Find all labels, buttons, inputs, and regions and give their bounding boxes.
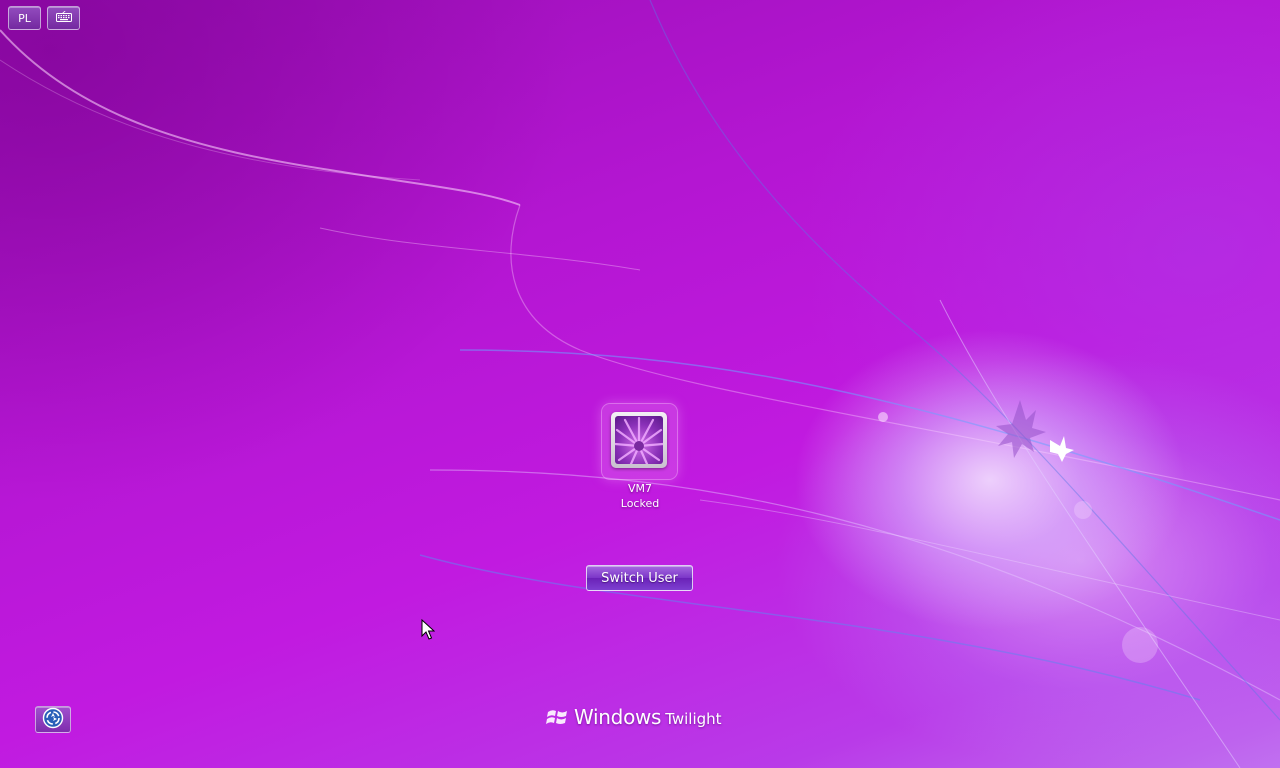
ease-of-access-icon xyxy=(42,707,64,733)
mouse-cursor-icon xyxy=(421,619,435,640)
user-picture-frame xyxy=(611,412,667,468)
windows-brand: Windows Twilight xyxy=(546,703,722,731)
ease-of-access-button[interactable] xyxy=(35,706,71,733)
purple-flower-picture xyxy=(615,416,663,464)
bird-silhouette xyxy=(1050,436,1074,462)
user-name: VM7 xyxy=(627,482,652,495)
input-language-button[interactable]: PL xyxy=(8,6,41,30)
on-screen-keyboard-button[interactable] xyxy=(47,6,80,30)
user-status: Locked xyxy=(620,497,660,510)
keyboard-icon xyxy=(55,10,72,25)
lock-screen: PL VM7 Locked Switch User Windows Twilig… xyxy=(0,0,1280,768)
user-tile[interactable] xyxy=(602,404,677,479)
input-language-label: PL xyxy=(18,11,31,25)
background-swirl-lines xyxy=(0,0,1280,768)
windows-logo-icon xyxy=(546,706,570,728)
brand-edition: Twilight xyxy=(665,709,722,728)
switch-user-button[interactable]: Switch User xyxy=(586,565,693,591)
flower-silhouette xyxy=(996,400,1046,458)
brand-word: Windows xyxy=(574,705,662,729)
